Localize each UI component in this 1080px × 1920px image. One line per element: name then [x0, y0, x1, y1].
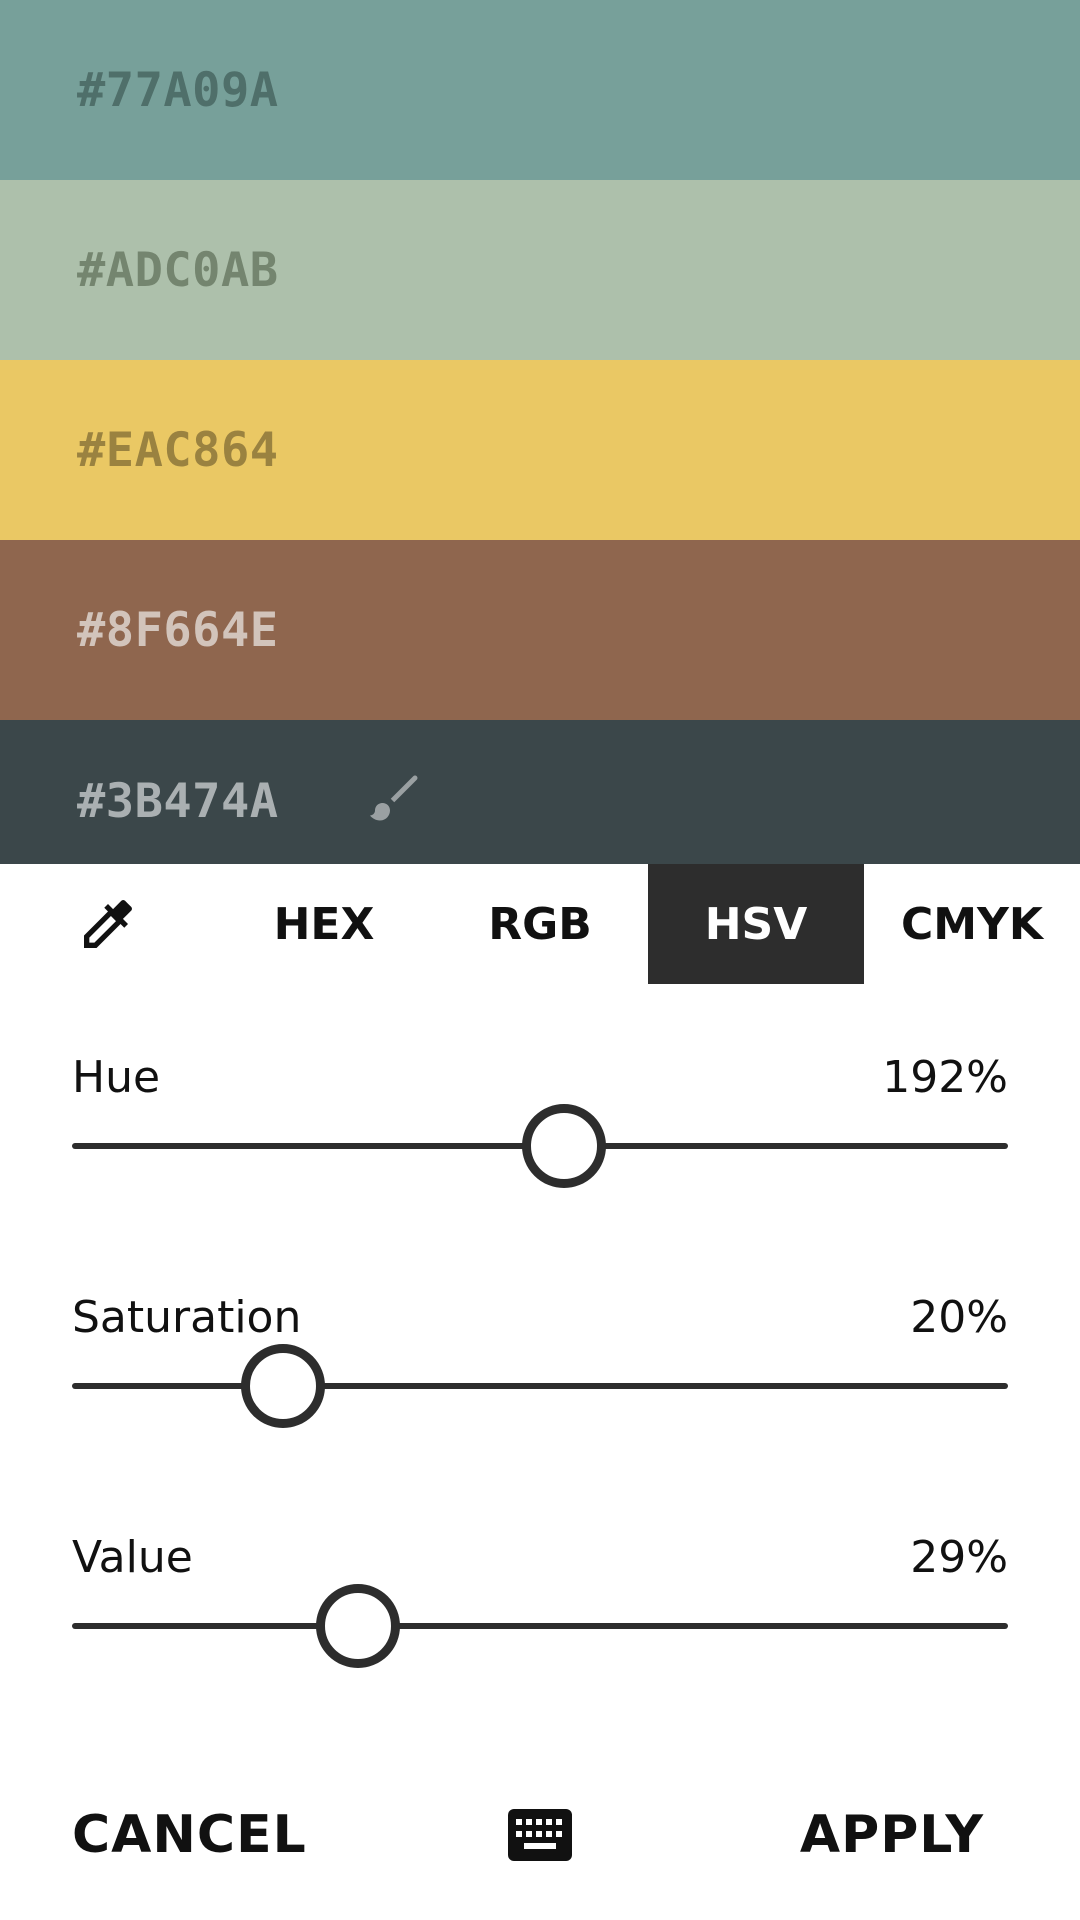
value-label: Value: [72, 1532, 193, 1583]
value-slider-group: Value 29%: [72, 1530, 1008, 1730]
value-slider-thumb[interactable]: [316, 1584, 401, 1668]
saturation-slider-thumb[interactable]: [240, 1344, 325, 1428]
palette-swatch-list: #77A09A #ADC0AB #EAC864 #8F664E #3B474A: [0, 0, 1080, 864]
value-value: 29%: [910, 1532, 1008, 1583]
swatch-4[interactable]: #8F664E: [0, 540, 1080, 720]
eyedropper-icon: [84, 900, 132, 948]
hue-value: 192%: [882, 1052, 1008, 1103]
apply-button[interactable]: APPLY: [800, 1790, 984, 1880]
keyboard-icon[interactable]: [508, 1808, 572, 1862]
tab-rgb[interactable]: RGB: [432, 864, 648, 984]
swatch-3[interactable]: #EAC864: [0, 360, 1080, 540]
swatch-hex-label: #ADC0AB: [77, 242, 279, 298]
eyedropper-button[interactable]: [0, 864, 216, 984]
saturation-slider-group: Saturation 20%: [72, 1290, 1008, 1490]
swatch-hex-label: #77A09A: [77, 62, 279, 118]
value-slider-track[interactable]: [72, 1623, 1008, 1629]
paint-brush-icon[interactable]: [365, 768, 425, 828]
swatch-1[interactable]: #77A09A: [0, 0, 1080, 180]
tab-cmyk[interactable]: CMYK: [864, 864, 1080, 984]
hue-label: Hue: [72, 1052, 161, 1103]
tab-hex[interactable]: HEX: [216, 864, 432, 984]
swatch-2[interactable]: #ADC0AB: [0, 180, 1080, 360]
dialog-actions: CANCEL APPLY: [0, 1790, 1080, 1880]
swatch-5-selected[interactable]: #3B474A: [0, 720, 1080, 864]
saturation-value: 20%: [910, 1292, 1008, 1343]
saturation-slider-track[interactable]: [72, 1383, 1008, 1389]
hue-slider-group: Hue 192%: [72, 1050, 1008, 1250]
swatch-hex-label: #8F664E: [77, 602, 279, 658]
cancel-button[interactable]: CANCEL: [72, 1790, 307, 1880]
saturation-label: Saturation: [72, 1292, 302, 1343]
color-mode-tabs: HEX RGB HSV CMYK: [0, 864, 1080, 984]
tab-hsv[interactable]: HSV: [648, 864, 864, 984]
hue-slider-thumb[interactable]: [522, 1104, 607, 1188]
swatch-hex-label: #3B474A: [77, 774, 279, 829]
swatch-hex-label: #EAC864: [77, 422, 279, 478]
